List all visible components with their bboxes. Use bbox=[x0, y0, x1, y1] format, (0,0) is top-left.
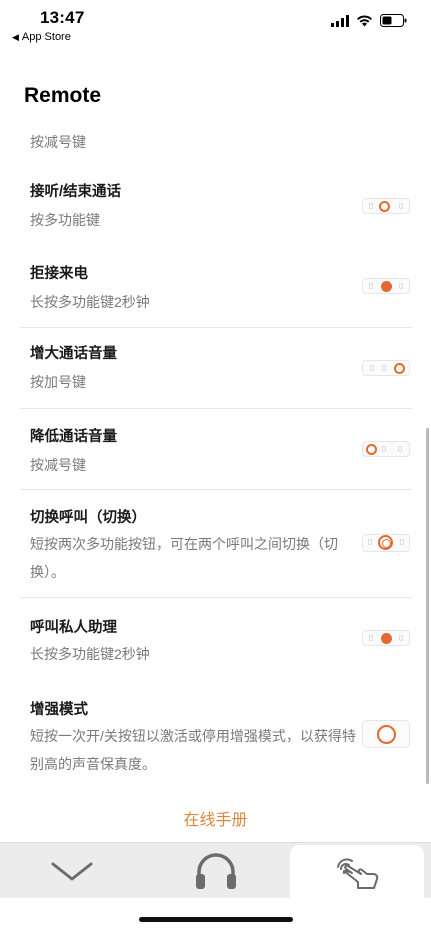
list-item[interactable]: 呼叫私人助理 长按多功能键2秒钟 bbox=[20, 598, 412, 680]
tab-bar bbox=[0, 842, 431, 901]
row-description: 按加号键 bbox=[30, 374, 86, 390]
button-selector[interactable] bbox=[362, 441, 410, 457]
row-title: 增强模式 bbox=[30, 702, 88, 718]
row-title: 呼叫私人助理 bbox=[30, 620, 117, 636]
row-description: 长按多功能键2秒钟 bbox=[30, 646, 150, 662]
home-indicator[interactable] bbox=[139, 917, 293, 922]
list-item[interactable]: 增大通话音量 按加号键 bbox=[20, 328, 412, 409]
back-triangle-icon: ◀ bbox=[12, 31, 19, 42]
button-selector[interactable] bbox=[362, 198, 410, 214]
selected-dot-icon bbox=[381, 281, 392, 292]
button-indicator-pill bbox=[362, 534, 410, 552]
row-title: 切换呼叫（切换） bbox=[30, 510, 146, 526]
button-indicator-pill bbox=[362, 441, 410, 457]
row-description: 短按一次开/关按钮以激活或停用增强模式，以获得特别高的声音保真度。 bbox=[30, 728, 356, 772]
button-indicator-pill bbox=[362, 198, 410, 214]
status-bar: 13:47 ◀ App Store bbox=[0, 0, 431, 50]
online-manual-link[interactable]: 在线手册 bbox=[0, 806, 431, 830]
button-indicator-pill bbox=[362, 278, 410, 294]
list-item[interactable]: 接听/结束通话 按多功能键 bbox=[20, 168, 412, 248]
selected-dot-icon bbox=[381, 633, 392, 644]
back-app-label: App Store bbox=[21, 31, 71, 43]
row-title: 拒接来电 bbox=[30, 266, 88, 282]
list-item[interactable]: 降低通话音量 按减号键 bbox=[20, 409, 412, 490]
back-to-app-store[interactable]: ◀ App Store bbox=[12, 31, 71, 43]
button-indicator-pill bbox=[362, 630, 410, 646]
button-selector[interactable] bbox=[362, 360, 410, 376]
page-title: Remote bbox=[24, 84, 102, 107]
row-description: 短按两次多功能按钮，可在两个呼叫之间切换（切换）。 bbox=[30, 536, 338, 580]
button-selector[interactable] bbox=[362, 278, 410, 294]
status-icons bbox=[331, 14, 407, 27]
list-item[interactable]: 切换呼叫（切换） 短按两次多功能按钮，可在两个呼叫之间切换（切换）。 bbox=[20, 490, 412, 598]
row-title: 降低通话音量 bbox=[30, 429, 117, 445]
scroll-indicator[interactable] bbox=[426, 428, 429, 784]
wifi-icon bbox=[357, 14, 372, 26]
selected-ring-icon bbox=[379, 201, 390, 212]
row-description: 长按多功能键2秒钟 bbox=[30, 294, 150, 310]
battery-icon bbox=[380, 14, 407, 27]
headphones-icon bbox=[196, 853, 236, 889]
button-selector[interactable] bbox=[362, 720, 410, 748]
row-title: 增大通话音量 bbox=[30, 346, 117, 362]
status-time: 13:47 bbox=[40, 8, 85, 27]
tab-headphones[interactable] bbox=[144, 843, 288, 899]
button-selector[interactable] bbox=[362, 630, 410, 646]
button-selector[interactable] bbox=[362, 534, 410, 552]
list-item[interactable]: 增强模式 短按一次开/关按钮以激活或停用增强模式，以获得特别高的声音保真度。 bbox=[20, 680, 412, 790]
touch-hand-icon bbox=[337, 858, 379, 889]
button-indicator-pill bbox=[362, 720, 410, 748]
button-indicator-pill bbox=[362, 360, 410, 376]
selected-ring-icon bbox=[394, 363, 405, 374]
tab-touch-controls[interactable] bbox=[290, 845, 424, 901]
chevron-down-icon bbox=[51, 862, 93, 881]
double-ring-icon bbox=[378, 535, 393, 550]
row-title: 接听/结束通话 bbox=[30, 184, 122, 200]
list-item[interactable]: 拒接来电 长按多功能键2秒钟 bbox=[20, 248, 412, 328]
selected-ring-icon bbox=[366, 444, 377, 455]
tab-collapse[interactable] bbox=[0, 843, 144, 899]
row-description: 按多功能键 bbox=[30, 212, 100, 228]
cellular-signal-icon bbox=[331, 14, 349, 27]
large-ring-icon bbox=[377, 725, 396, 744]
row-description: 按减号键 bbox=[30, 457, 86, 473]
partial-row-description: 按减号键 bbox=[30, 134, 86, 150]
